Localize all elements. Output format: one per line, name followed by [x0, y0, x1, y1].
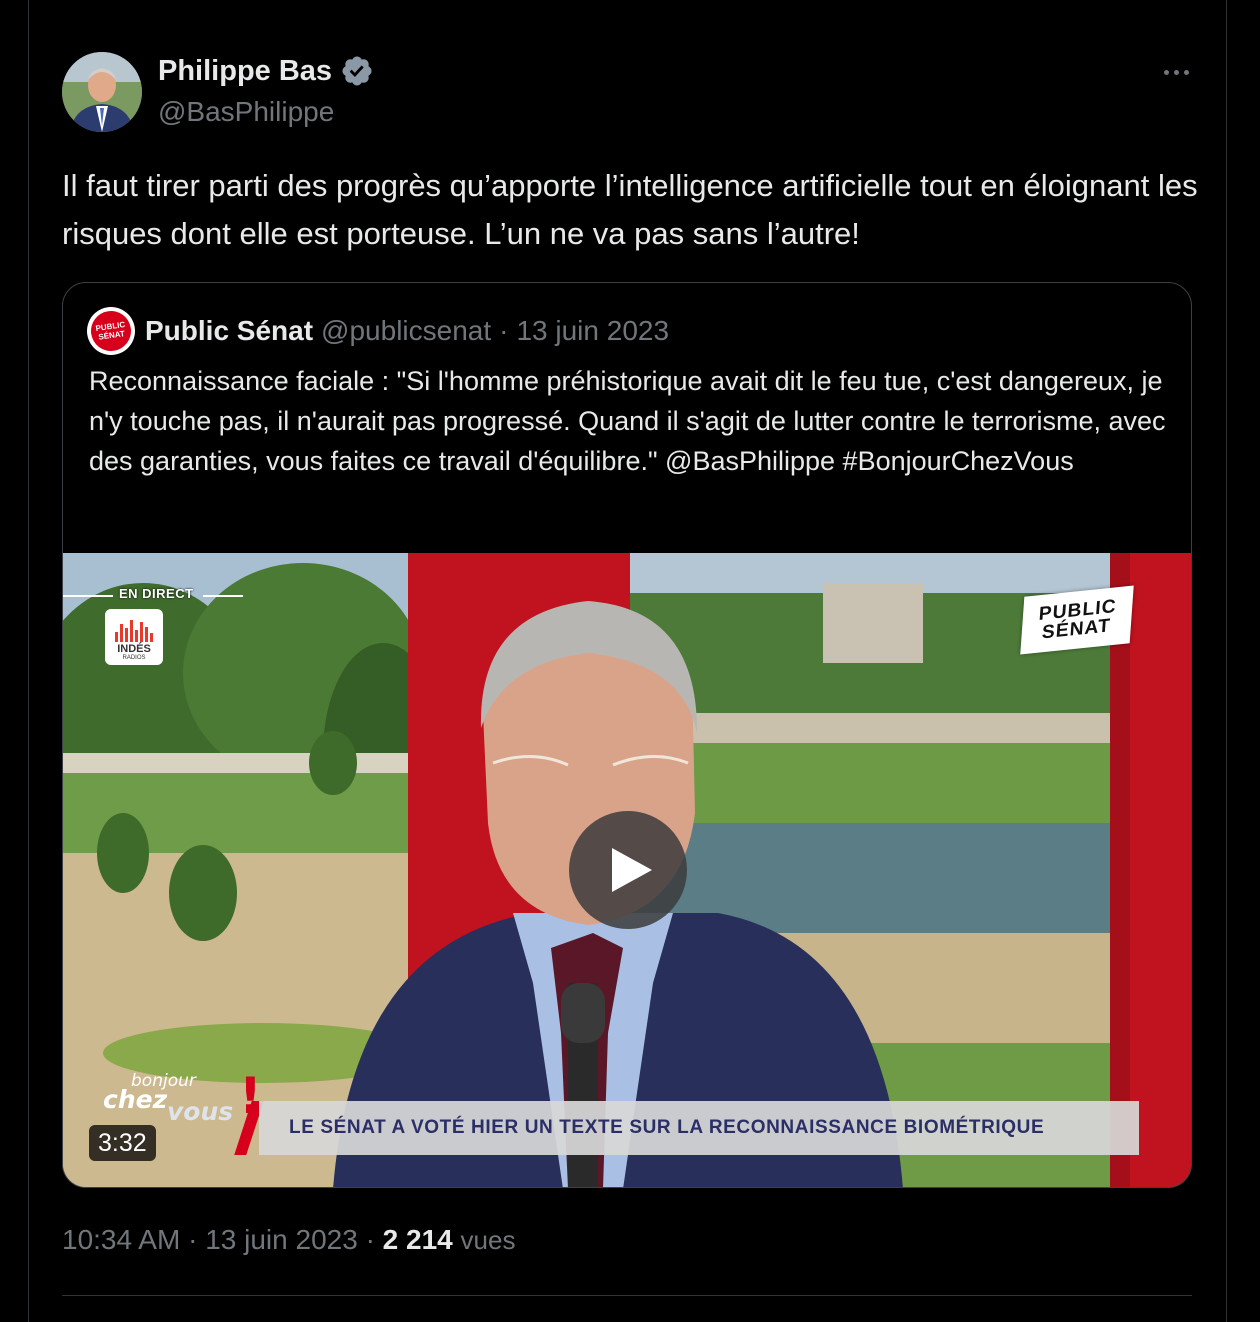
tweet-metadata: 10:34 AM · 13 juin 2023 · 2 214 vues [62, 1224, 515, 1256]
views-count[interactable]: 2 214 [383, 1224, 453, 1255]
public-senat-channel-logo-icon: PUBLIC SÉNAT [1020, 585, 1134, 655]
views-label: vues [460, 1225, 516, 1255]
dot [1173, 69, 1179, 75]
author-name[interactable]: Philippe Bas [158, 54, 374, 88]
public-senat-logo-icon: PUBLIC SÉNAT [88, 308, 134, 354]
show-logo-chez: chez [103, 1085, 168, 1114]
play-button[interactable] [569, 811, 687, 929]
live-label: EN DIRECT [119, 586, 194, 601]
quoted-tweet-date[interactable]: 13 juin 2023 [516, 315, 669, 347]
meta-separator: · [365, 1224, 375, 1255]
quoted-tweet-card[interactable]: PUBLIC SÉNAT Public Sénat @publicsenat ·… [62, 282, 1192, 1188]
tweet-time[interactable]: 10:34 AM [62, 1224, 180, 1255]
lower-third-banner: LE SÉNAT A VOTÉ HIER UN TEXTE SUR LA REC… [259, 1101, 1139, 1155]
dot [1183, 69, 1189, 75]
column-border-left [28, 0, 29, 1322]
column-border-right [1226, 0, 1227, 1322]
quoted-author-handle[interactable]: @publicsenat [321, 315, 491, 347]
indes-label: INDÉS [117, 643, 151, 655]
author-avatar[interactable] [62, 52, 142, 132]
tweet-date[interactable]: 13 juin 2023 [205, 1224, 358, 1255]
play-icon [612, 848, 652, 892]
indes-radios-logo-icon: INDÉS RADIOS [105, 609, 163, 665]
footer-divider [62, 1295, 1192, 1296]
live-line-right [203, 595, 243, 597]
live-line-left [63, 595, 113, 597]
show-logo-bang: ! [239, 1067, 262, 1125]
more-options-icon[interactable] [1156, 56, 1196, 88]
lower-third-text: LE SÉNAT A VOTÉ HIER UN TEXTE SUR LA REC… [289, 1117, 1045, 1138]
quoted-meta-separator: · [499, 315, 509, 346]
indes-sub-label: RADIOS [122, 655, 146, 661]
author-name-text[interactable]: Philippe Bas [158, 55, 332, 88]
verified-badge-icon [342, 56, 372, 86]
quoted-tweet-header: PUBLIC SÉNAT Public Sénat @publicsenat ·… [87, 305, 669, 357]
video-duration-badge: 3:32 [89, 1125, 156, 1161]
quoted-tweet-text: Reconnaissance faciale : "Si l'homme pré… [89, 366, 1166, 476]
show-logo-vous: vous [167, 1097, 234, 1126]
video-player[interactable]: EN DIRECT INDÉS RADIOS PUBLIC SÉNAT LE S… [63, 553, 1191, 1187]
dot [1163, 69, 1169, 75]
quoted-author-avatar[interactable]: PUBLIC SÉNAT [87, 307, 135, 355]
tweet-text: Il faut tirer parti des progrès qu’appor… [62, 168, 1198, 251]
meta-separator: · [188, 1224, 198, 1255]
equalizer-bars [115, 620, 153, 642]
author-handle[interactable]: @BasPhilippe [158, 96, 334, 128]
quoted-author-name[interactable]: Public Sénat [145, 315, 313, 347]
